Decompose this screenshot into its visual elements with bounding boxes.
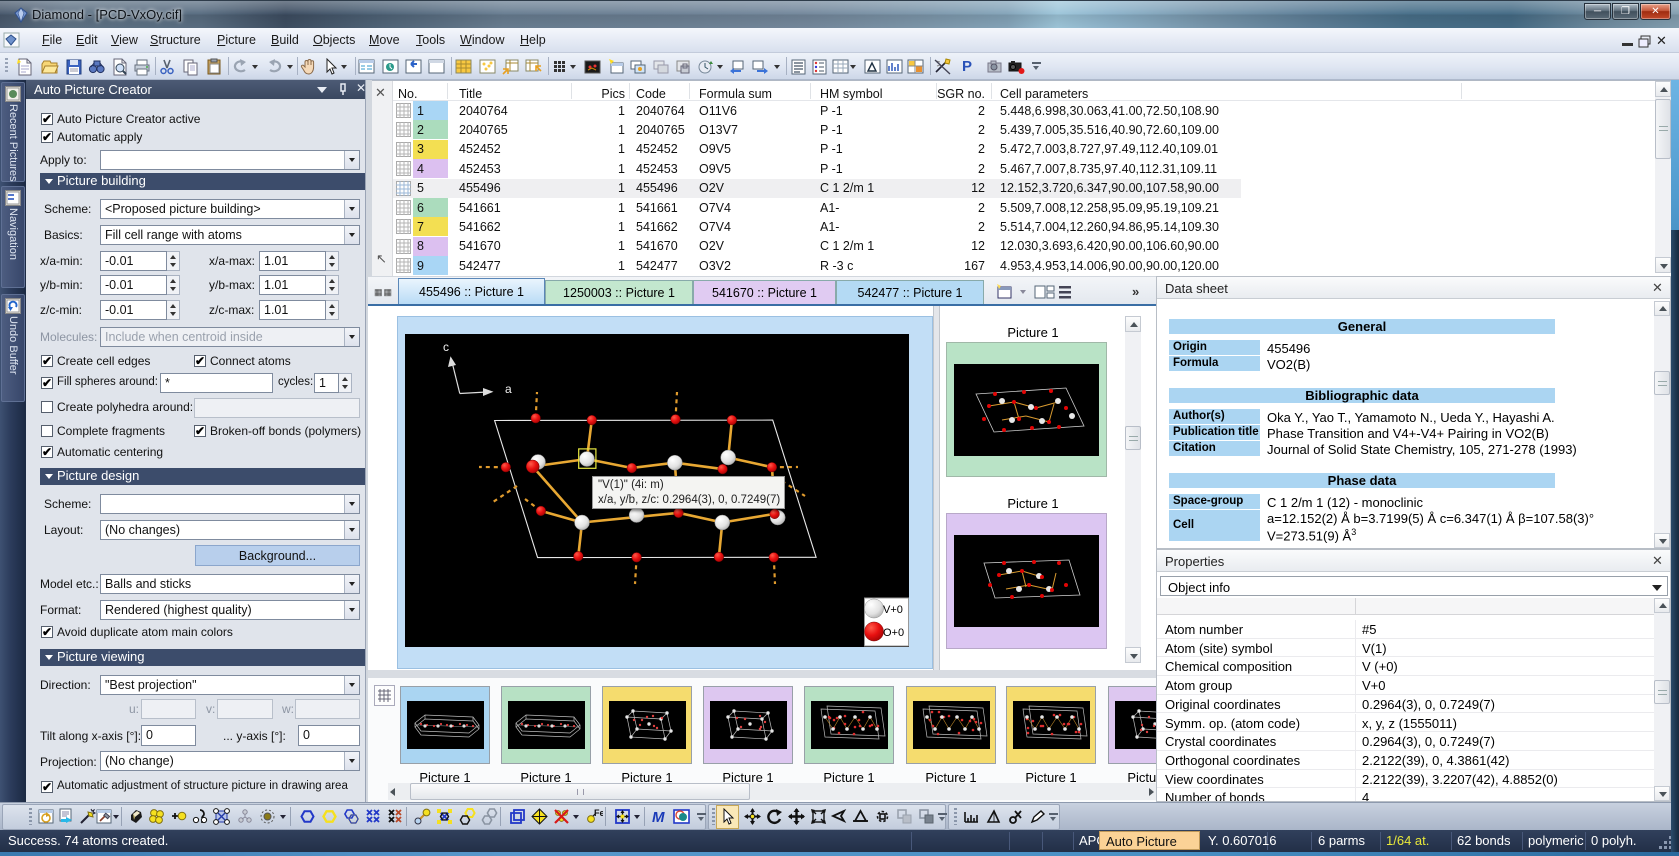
svg-text:O+0: O+0: [883, 627, 904, 639]
svg-text:Fe: Fe: [594, 808, 603, 818]
svg-text:c: c: [443, 340, 449, 354]
svg-text:a: a: [505, 382, 512, 396]
svg-text:V+0: V+0: [883, 604, 903, 616]
